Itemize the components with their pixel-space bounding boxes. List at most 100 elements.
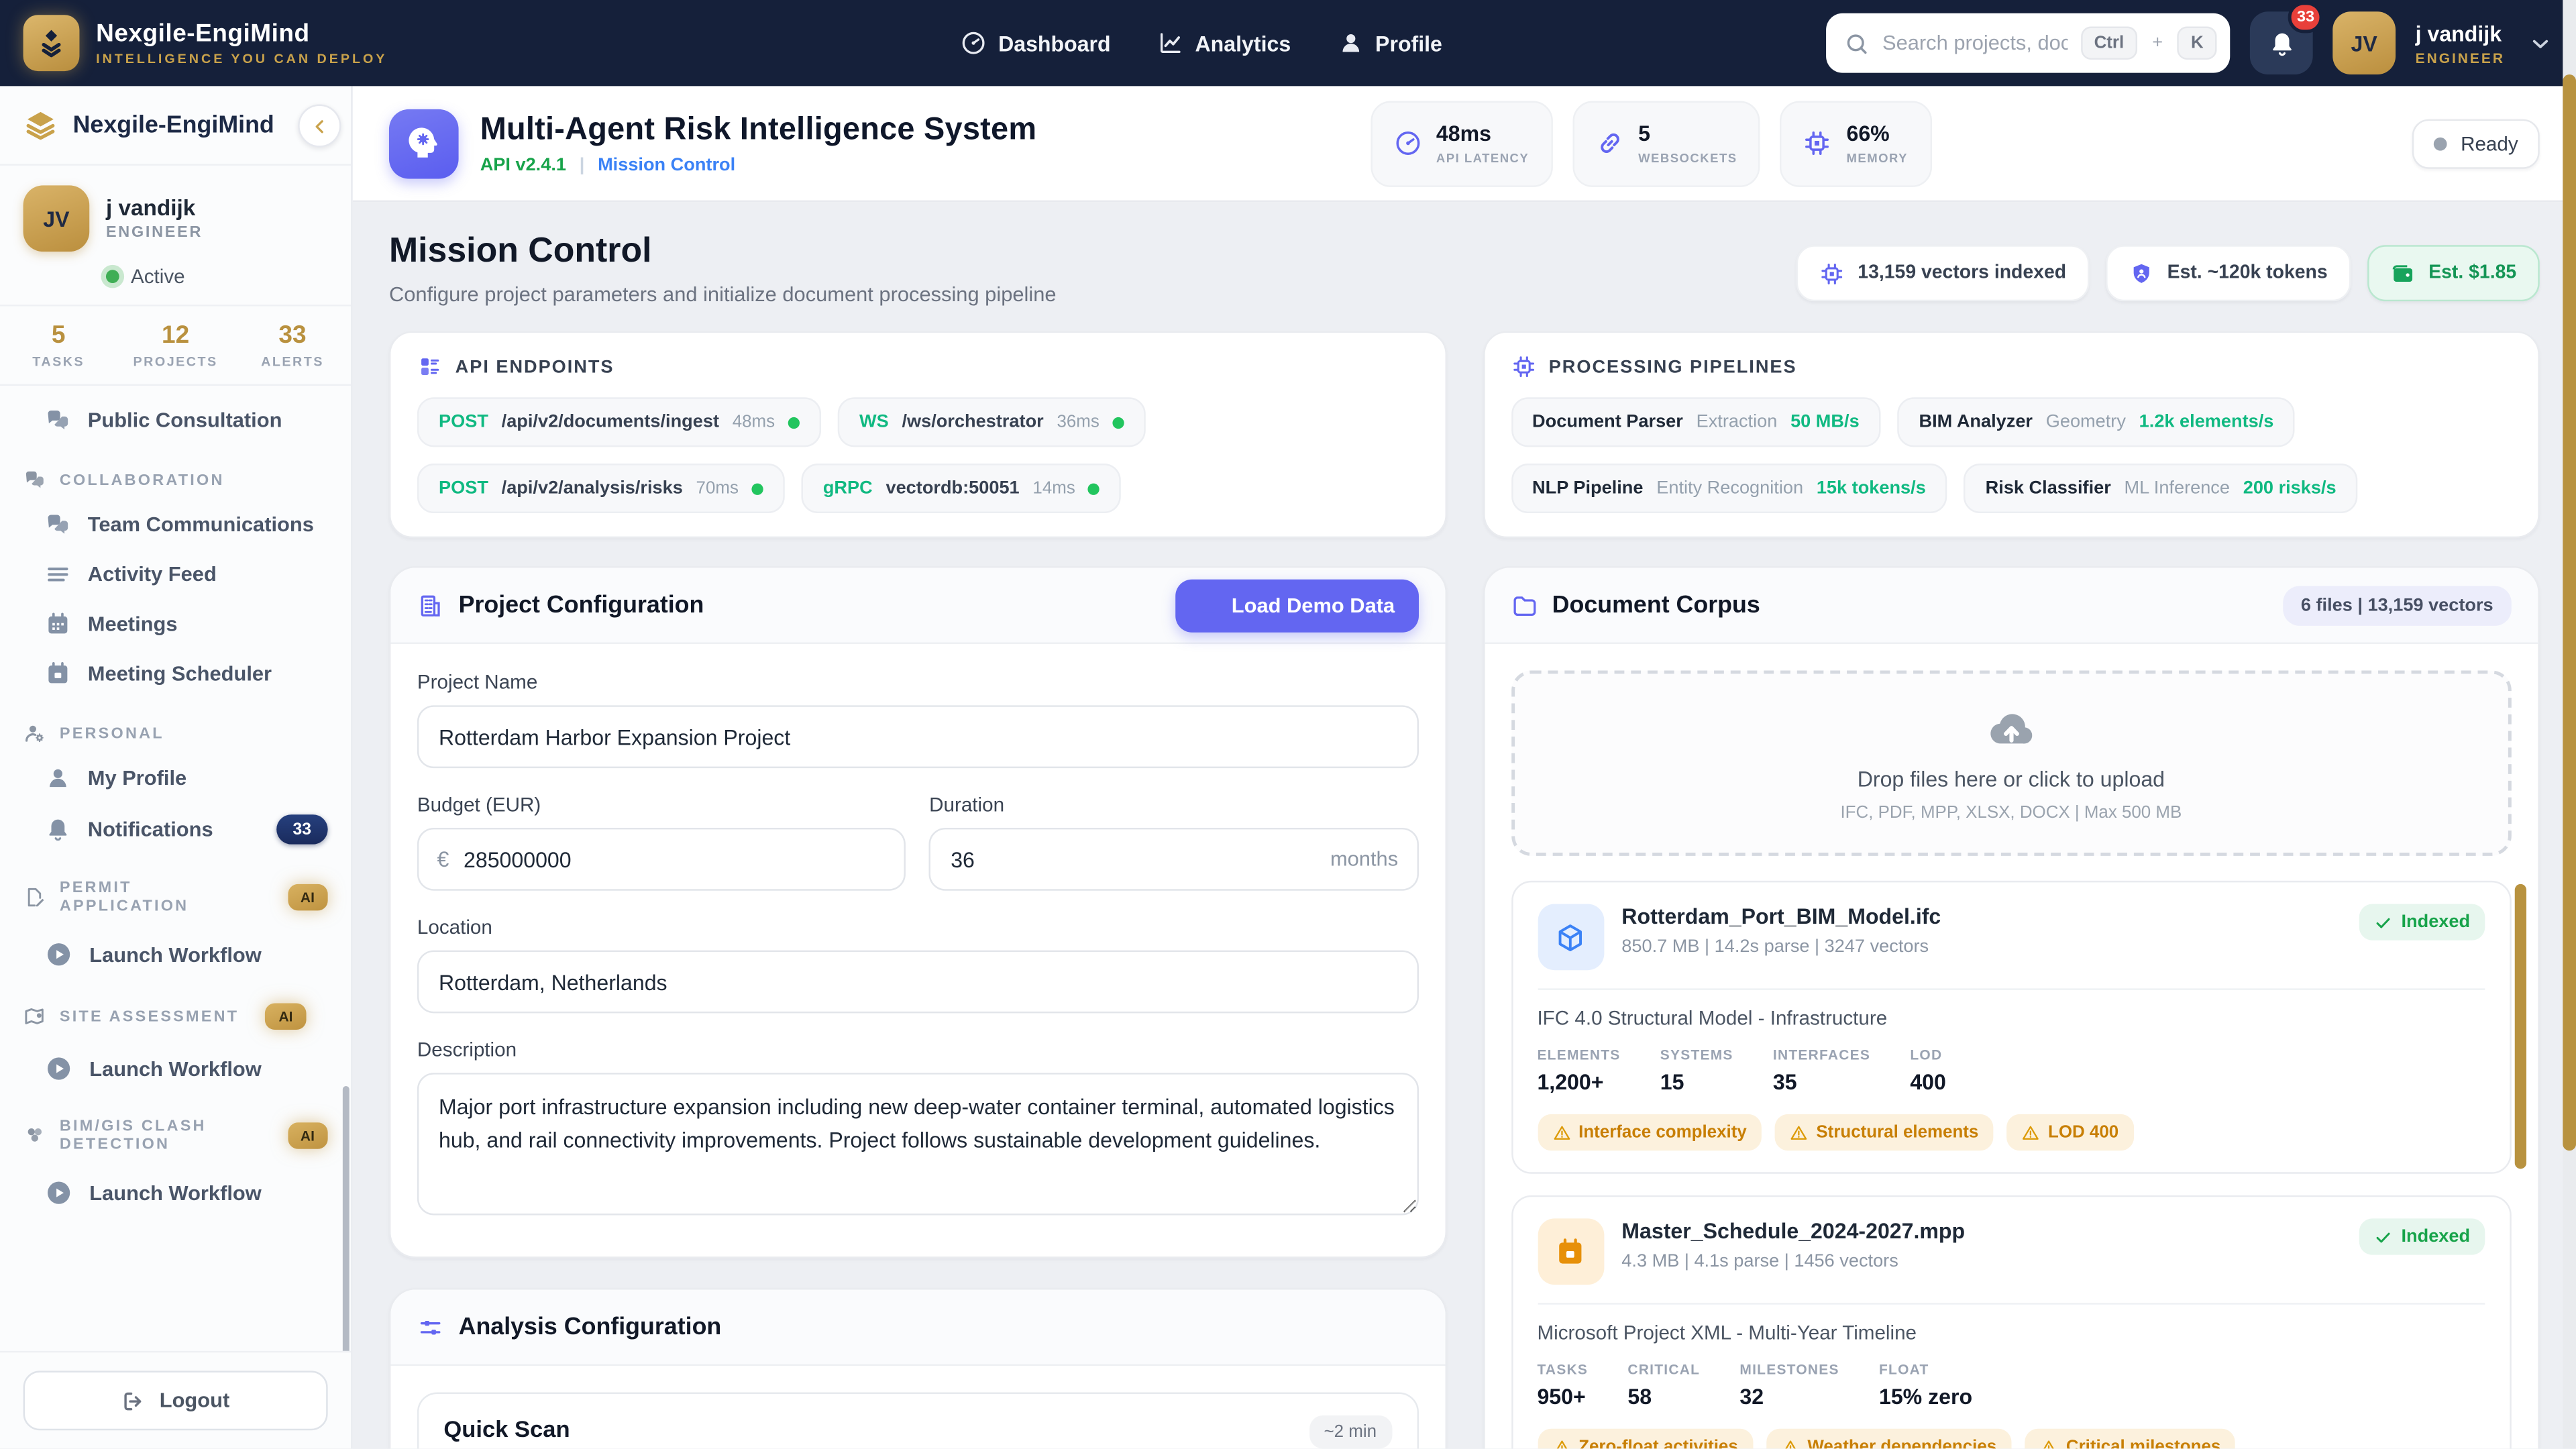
flask-icon: [1198, 594, 1220, 616]
warning-icon: [1781, 1438, 1799, 1448]
file-warnings: Zero-float activities Weather dependenci…: [1537, 1428, 2485, 1449]
brand-name: Nexgile-EngiMind: [96, 19, 310, 48]
sidebar-item-public-consultation[interactable]: Public Consultation: [0, 396, 351, 445]
sidebar-item-meetings[interactable]: Meetings: [0, 599, 351, 649]
warning-icon: [1552, 1438, 1570, 1448]
stat-label: TASKS: [32, 354, 85, 370]
file-warnings: Interface complexity Structural elements…: [1537, 1114, 2485, 1151]
file-card-bim-model[interactable]: Rotterdam_Port_BIM_Model.ifc 850.7 MB | …: [1510, 880, 2512, 1174]
page-scrollbar-thumb[interactable]: [2563, 74, 2576, 1151]
description-textarea[interactable]: Major port infrastructure expansion incl…: [417, 1073, 1418, 1216]
file-name: Rotterdam_Port_BIM_Model.ifc: [1621, 904, 1941, 929]
user-status: Active: [105, 265, 328, 288]
warning-chip: Structural elements: [1774, 1114, 1994, 1151]
logout-button[interactable]: Logout: [23, 1371, 328, 1431]
sidebar-item-notifications[interactable]: Notifications 33: [0, 803, 351, 856]
warning-icon: [2039, 1438, 2057, 1448]
chat-bubbles-icon: [45, 512, 71, 538]
endpoint-method: POST: [438, 478, 488, 498]
indexed-label: Indexed: [2401, 912, 2471, 932]
sidebar-item-meeting-scheduler[interactable]: Meeting Scheduler: [0, 649, 351, 698]
stat-tasks: 5 TASKS: [0, 321, 117, 370]
bell-icon: [45, 816, 71, 843]
notifications-badge: 33: [276, 814, 328, 845]
file-list-scrollbar-thumb[interactable]: [2514, 883, 2527, 1169]
sidebar-item-label: Activity Feed: [87, 563, 217, 586]
global-search[interactable]: Ctrl + K: [1826, 13, 2231, 73]
notification-count-badge: 33: [2288, 1, 2323, 34]
endpoint-path: /api/v2/documents/ingest: [501, 412, 719, 433]
file-stat-label: SYSTEMS: [1660, 1046, 1733, 1063]
nav-item-profile[interactable]: Profile: [1337, 30, 1442, 56]
indexed-label: Indexed: [2401, 1226, 2471, 1247]
status-badge: Ready: [2412, 118, 2540, 168]
duration-label: Duration: [929, 793, 1005, 816]
location-input[interactable]: [417, 950, 1418, 1014]
button-label: Load Demo Data: [1231, 593, 1395, 617]
play-circle-icon: [45, 941, 73, 969]
sidebar-scrollbar-thumb[interactable]: [342, 1085, 350, 1351]
nav-item-analytics[interactable]: Analytics: [1157, 30, 1291, 56]
load-demo-data-button[interactable]: Load Demo Data: [1175, 578, 1418, 632]
page-header: Multi-Agent Risk Intelligence System API…: [352, 86, 2576, 203]
header-stat-chips: 48ms API LATENCY 5 WEBSOCKETS 66% MEMORY: [1370, 100, 1933, 186]
stat-label: WEBSOCKETS: [1638, 150, 1737, 166]
mission-control-header: Mission Control Configure project parame…: [389, 232, 2540, 307]
file-name: Master_Schedule_2024-2027.mpp: [1621, 1218, 1966, 1244]
file-description: Microsoft Project XML - Multi-Year Timel…: [1537, 1321, 1917, 1344]
stat-alerts: 33 ALERTS: [234, 321, 351, 370]
check-icon: [2375, 913, 2393, 931]
status-dot: [105, 270, 119, 284]
section-subtitle: Configure project parameters and initial…: [388, 283, 1057, 307]
endpoint-chip: POST /api/v2/documents/ingest 48ms: [417, 397, 822, 447]
cpu-icon: [1820, 261, 1845, 286]
sidebar-item-launch-workflow-site[interactable]: Launch Workflow: [0, 1038, 351, 1094]
sidebar-item-my-profile[interactable]: My Profile: [0, 753, 351, 803]
sidebar-item-launch-workflow-bim[interactable]: Launch Workflow: [0, 1162, 351, 1218]
panel-title: PROCESSING PIPELINES: [1548, 356, 1797, 377]
duration-suffix: months: [1330, 847, 1399, 871]
user-avatar[interactable]: JV: [2332, 11, 2396, 75]
file-card-master-schedule[interactable]: Master_Schedule_2024-2027.mpp 4.3 MB | 4…: [1510, 1195, 2512, 1449]
top-nav-links: Dashboard Analytics Profile: [960, 30, 1442, 56]
section-label: SITE ASSESSMENT: [59, 1007, 239, 1026]
stat-label: API LATENCY: [1436, 150, 1529, 166]
nav-item-label: Analytics: [1195, 30, 1291, 56]
file-dropzone[interactable]: Drop files here or click to upload IFC, …: [1510, 670, 2512, 856]
sidebar-collapse-button[interactable]: [298, 104, 341, 148]
file-stat-label: MILESTONES: [1739, 1360, 1839, 1378]
pipeline-stage: Geometry: [2045, 412, 2126, 433]
content: Mission Control Configure project parame…: [353, 202, 2576, 1449]
sidebar-menu: Public Consultation COLLABORATION Team C…: [0, 386, 351, 1351]
sidebar-item-activity-feed[interactable]: Activity Feed: [0, 549, 351, 599]
file-stat-label: ELEMENTS: [1537, 1046, 1621, 1063]
sidebar-item-launch-workflow-permit[interactable]: Launch Workflow: [0, 924, 351, 980]
kbd-k: K: [2178, 26, 2217, 60]
endpoint-latency: 70ms: [696, 478, 739, 498]
notifications-button[interactable]: 33: [2249, 1, 2323, 75]
endpoint-latency: 36ms: [1057, 412, 1099, 433]
cost-estimate-badge[interactable]: Est. $1.85: [2367, 245, 2540, 302]
app-title-icon: [388, 108, 459, 178]
search-input[interactable]: [1882, 31, 2068, 55]
file-stat-label: CRITICAL: [1627, 1360, 1701, 1378]
nav-item-dashboard[interactable]: Dashboard: [960, 30, 1111, 56]
analysis-option-quick-scan[interactable]: Quick Scan ~2 min Single-pass analysis w…: [417, 1392, 1418, 1449]
pipeline-stage: Entity Recognition: [1656, 478, 1804, 498]
sidebar-item-label: Meetings: [87, 612, 178, 636]
play-circle-icon: [45, 1055, 73, 1083]
navbar-right-cluster: Ctrl + K 33 JV j vandijk ENGINEER: [1826, 1, 2553, 75]
breadcrumb[interactable]: Mission Control: [598, 155, 735, 175]
chevron-down-icon[interactable]: [2528, 31, 2553, 56]
vectors-indexed-badge: 13,159 vectors indexed: [1796, 245, 2090, 302]
logout-icon: [121, 1388, 146, 1413]
endpoint-method: gRPC: [822, 478, 873, 498]
ai-badge: AI: [287, 883, 328, 911]
option-duration-badge: ~2 min: [1309, 1415, 1392, 1449]
pipeline-rate: 50 MB/s: [1790, 412, 1860, 433]
status-label: Ready: [2461, 131, 2518, 155]
sidebar-item-team-communications[interactable]: Team Communications: [0, 500, 351, 549]
project-name-input[interactable]: [417, 705, 1418, 769]
budget-input[interactable]: [417, 827, 906, 891]
warning-label: Weather dependencies: [1807, 1437, 1997, 1449]
